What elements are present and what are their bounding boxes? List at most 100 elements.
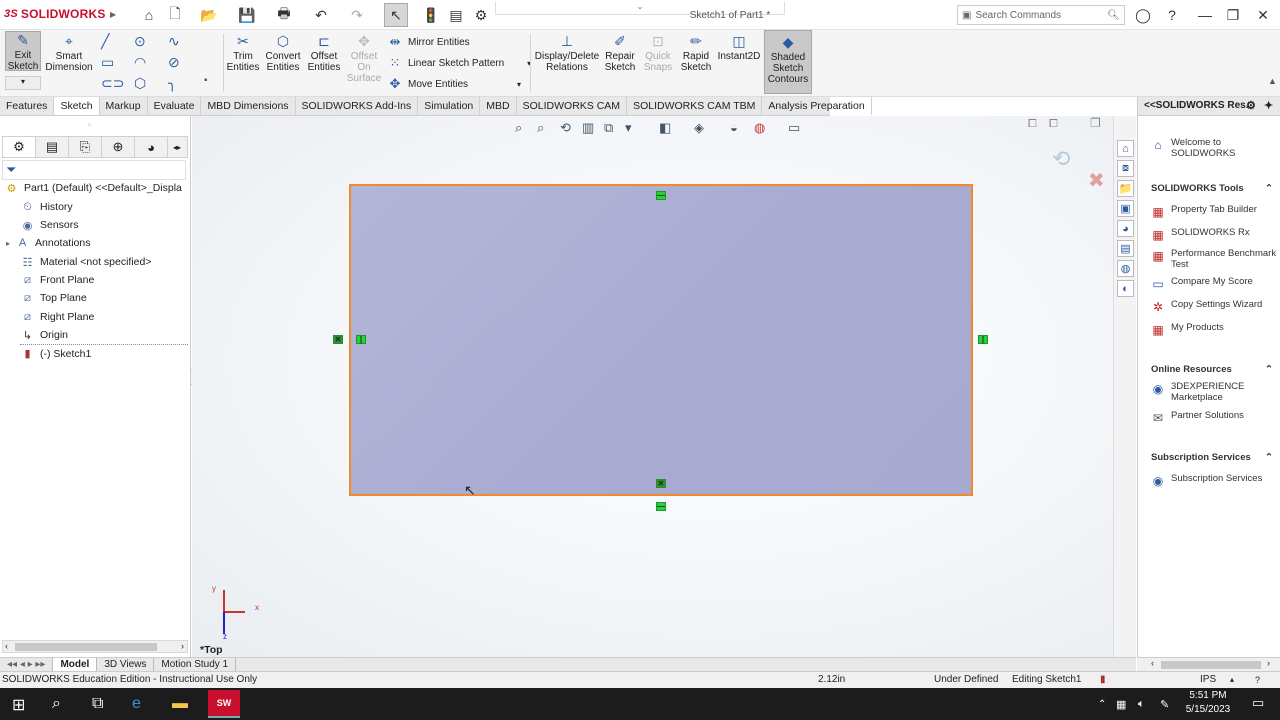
windows-start-icon[interactable]: ⊞ xyxy=(12,695,25,715)
subscription-section-header[interactable]: Subscription Services ⌃ xyxy=(1151,452,1273,463)
vertical-relation-left[interactable]: | xyxy=(356,335,366,344)
tab-cam-tbm[interactable]: SOLIDWORKS CAM TBM xyxy=(627,97,763,115)
rebuild-icon[interactable]: 🚦 xyxy=(422,6,440,24)
exit-sketch-dropdown[interactable]: ▾ xyxy=(5,76,41,90)
feature-manager-tab-icon[interactable]: ⚙ xyxy=(3,137,36,157)
linear-sketch-pattern-button[interactable]: ⁙ Linear Sketch Pattern ▾ xyxy=(387,55,532,71)
appearance-icon[interactable]: ◍ xyxy=(754,120,765,136)
file-properties-icon[interactable]: ▤ xyxy=(447,6,465,24)
document-minimize-icon[interactable]: ❐ xyxy=(1090,116,1101,130)
collapse-ribbon-icon[interactable]: ▲ xyxy=(1268,76,1277,86)
spline-icon[interactable]: ∿ xyxy=(168,33,180,50)
tree-root-part[interactable]: ⚙ Part1 (Default) <<Default>_Displa xyxy=(4,179,182,197)
close-window-icon[interactable]: ✕ xyxy=(1254,6,1272,24)
tab-addins[interactable]: SOLIDWORKS Add-Ins xyxy=(296,97,419,115)
tree-item-right-plane[interactable]: ⧄ Right Plane xyxy=(20,308,94,326)
open-folder-icon[interactable]: 📂 xyxy=(200,6,218,24)
ellipse-icon[interactable]: ⊘ xyxy=(168,54,180,71)
previous-view-icon[interactable]: ⟲ xyxy=(560,120,571,136)
confirm-sketch-icon[interactable]: ⟲ xyxy=(1052,146,1070,172)
rectangle-icon[interactable]: ▭ xyxy=(101,54,114,71)
tab-sketch[interactable]: Sketch xyxy=(54,97,100,115)
shaded-sketch-contours-button[interactable]: ◆ Shaded Sketch Contours xyxy=(764,30,812,94)
tray-expand-icon[interactable]: ⌃ xyxy=(1098,699,1106,710)
tab-model[interactable]: Model xyxy=(53,658,98,671)
circle-icon[interactable]: ⊙ xyxy=(134,33,146,50)
line-icon[interactable]: ╱ xyxy=(101,33,109,50)
tab-mbd-dimensions[interactable]: MBD Dimensions xyxy=(201,97,296,115)
print-icon[interactable]: 🖶 xyxy=(275,5,293,24)
clock-time[interactable]: 5:51 PM xyxy=(1178,690,1238,701)
collapse-chevron-icon[interactable]: ⌃ xyxy=(1265,452,1273,463)
cancel-sketch-icon[interactable]: ✖ xyxy=(1088,168,1105,193)
subscription-services-link[interactable]: ◉ Subscription Services xyxy=(1150,473,1278,489)
filter-icon[interactable]: ⏷ xyxy=(6,162,16,178)
solidworks-taskbar-icon[interactable]: SW xyxy=(208,690,240,718)
hide-show-icon[interactable]: ◒ xyxy=(730,120,738,135)
scroll-left-icon[interactable]: ‹ xyxy=(5,641,8,651)
welcome-link[interactable]: ⌂ Welcome to SOLIDWORKS xyxy=(1150,137,1278,159)
new-document-icon[interactable]: 🗋 xyxy=(166,5,184,24)
quick-snaps-button[interactable]: ⊡ Quick Snaps xyxy=(642,33,674,73)
solidworks-forum-icon[interactable]: ◍ xyxy=(1117,260,1134,277)
offset-on-surface-button[interactable]: ✥ Offset On Surface xyxy=(346,33,382,84)
status-options-icon[interactable]: ? xyxy=(1255,672,1260,688)
display-style-icon[interactable]: ◈ xyxy=(694,120,704,136)
expand-arrow-icon[interactable]: ▸ xyxy=(6,239,10,248)
menu-expand-icon[interactable]: ▶ xyxy=(110,10,116,19)
benchmark-test-link[interactable]: ▦ Performance Benchmark Test xyxy=(1150,248,1278,270)
search-commands-input[interactable]: ▣ Search Commands 🔍︎ xyxy=(957,5,1125,25)
design-library-icon[interactable]: ⧇ xyxy=(1117,160,1134,177)
instant2d-button[interactable]: ◫ Instant2D xyxy=(717,33,761,62)
file-explorer-taskbar-icon[interactable]: ▬ xyxy=(172,695,188,713)
tree-item-front-plane[interactable]: ⧄ Front Plane xyxy=(20,271,94,289)
taskbar-search-icon[interactable]: ⌕ xyxy=(52,695,61,713)
polygon-icon[interactable]: ⬡ xyxy=(134,75,146,92)
graphics-area[interactable]: ⌕ ⌕ ⟲ ▥ ⧉ ▾ ◧ ◈ ◒ ◍ ▭ ⧠ ⧠ ❐ ✕ ⟲ ✖ — — | … xyxy=(192,116,1136,657)
partner-solutions-link[interactable]: ✉ Partner Solutions xyxy=(1150,410,1278,426)
task-view-icon[interactable]: ⧉ xyxy=(92,695,103,713)
sketch-rectangle[interactable] xyxy=(349,184,973,496)
network-icon[interactable]: ▦ xyxy=(1116,698,1126,711)
home-icon[interactable]: ⌂ xyxy=(140,6,158,24)
restore-right-icon[interactable]: ⧠ xyxy=(1049,118,1058,131)
zoom-to-fit-icon[interactable]: ⌕ xyxy=(515,120,522,136)
view-settings-icon[interactable]: ▭ xyxy=(788,120,800,136)
tab-nav-arrows-icon[interactable]: ◂◂ ◂ ▸ ▸▸ xyxy=(0,658,54,671)
view-orientation-icon[interactable]: ◧ xyxy=(659,120,671,136)
scroll-right-icon[interactable]: › xyxy=(1267,658,1270,668)
volume-icon[interactable]: 🔈︎ xyxy=(1138,698,1145,711)
pane-settings-gear-icon[interactable]: ⚙ xyxy=(1246,97,1256,115)
task-pane-scrollbar[interactable]: ‹ › xyxy=(1137,657,1280,671)
select-cursor-icon[interactable]: ↖ xyxy=(384,3,408,27)
convert-entities-button[interactable]: ⬡ Convert Entities xyxy=(264,33,302,73)
tree-item-sensors[interactable]: ◉ Sensors xyxy=(20,216,79,234)
view-palette-icon[interactable]: ▣ xyxy=(1117,200,1134,217)
edge-browser-icon[interactable]: e xyxy=(132,695,141,713)
tree-item-annotations[interactable]: ▸ A Annotations xyxy=(6,234,90,252)
copy-settings-link[interactable]: ✲ Copy Settings Wizard xyxy=(1150,299,1278,315)
options-gear-icon[interactable]: ⚙ xyxy=(472,6,490,24)
tab-simulation[interactable]: Simulation xyxy=(418,97,481,115)
display-delete-relations-button[interactable]: ⊥ Display/Delete Relations xyxy=(534,33,600,73)
save-icon[interactable]: 💾 xyxy=(238,6,256,24)
dimxpert-tab-icon[interactable]: ⊕ xyxy=(102,137,135,157)
coincident-relation-left[interactable]: ✕ xyxy=(333,335,343,344)
3dexperience-icon[interactable]: ◐ xyxy=(1117,280,1134,297)
zoom-to-area-icon[interactable]: ⌕ xyxy=(537,120,544,136)
offset-entities-button[interactable]: ⊏ Offset Entities xyxy=(305,33,343,73)
tab-scroll-icon[interactable]: ◂▸ xyxy=(168,137,186,157)
tab-cam[interactable]: SOLIDWORKS CAM xyxy=(517,97,628,115)
trim-entities-button[interactable]: ✂ Trim Entities xyxy=(226,33,260,73)
panel-grip-icon[interactable]: ◦ xyxy=(88,120,91,129)
move-entities-button[interactable]: ✥ Move Entities ▾ xyxy=(387,76,522,92)
fillet-icon[interactable]: ╮ xyxy=(168,75,176,92)
pin-icon[interactable]: ✦ xyxy=(1264,97,1273,115)
display-manager-tab-icon[interactable]: ◕ xyxy=(135,137,168,157)
property-manager-tab-icon[interactable]: ▤ xyxy=(36,137,69,157)
marketplace-link[interactable]: ◉ 3DEXPERIENCE Marketplace xyxy=(1150,381,1278,403)
tree-item-sketch1[interactable]: ▮ (-) Sketch1 xyxy=(20,344,188,362)
vertical-relation-right[interactable]: | xyxy=(978,335,988,344)
collapse-chevron-icon[interactable]: ⌃ xyxy=(1265,364,1273,375)
point-icon[interactable]: ▪ xyxy=(204,75,208,86)
